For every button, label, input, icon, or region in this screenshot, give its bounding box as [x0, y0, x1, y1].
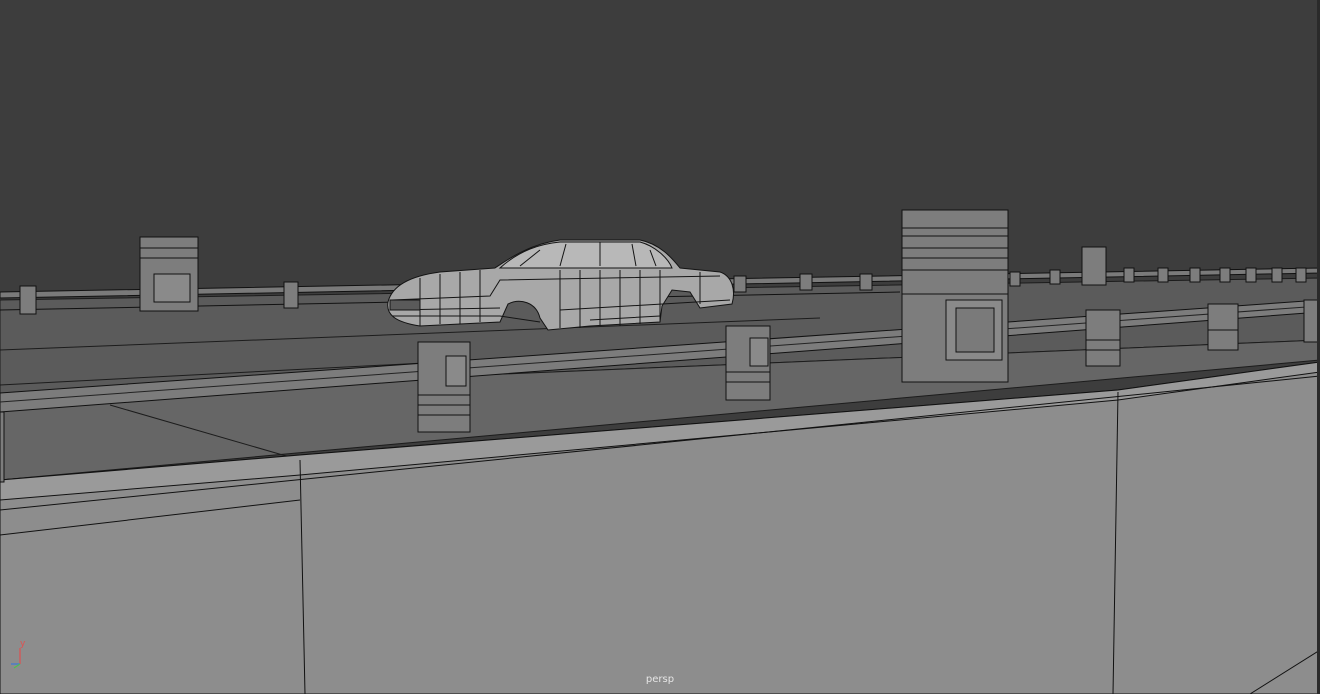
viewport-persp[interactable]: y persp: [0, 0, 1320, 694]
scene-render[interactable]: [0, 0, 1320, 694]
axis-y-label: y: [20, 639, 26, 649]
camera-name-label: persp: [645, 674, 675, 685]
axis-gizmo-lines: [11, 648, 21, 669]
axis-gizmo: y: [6, 639, 30, 670]
